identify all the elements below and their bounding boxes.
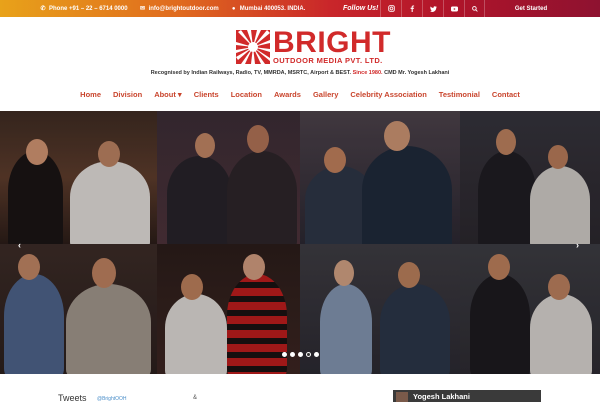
avatar xyxy=(396,392,408,402)
phone-item[interactable]: ✆ Phone +91 – 22 – 6714 0000 xyxy=(40,5,128,13)
brand-subtitle: OUTDOOR MEDIA PVT. LTD. xyxy=(273,56,383,65)
address-item: ● Mumbai 400053. INDIA. xyxy=(231,6,306,12)
brand-logo[interactable]: BRIGHT OUTDOOR MEDIA PVT. LTD. xyxy=(236,26,391,65)
email-text: info@brightoutdoor.com xyxy=(148,5,219,12)
sunburst-logo-icon xyxy=(236,30,270,64)
email-item[interactable]: ✉ info@brightoutdoor.com xyxy=(140,5,219,13)
nav-home[interactable]: Home xyxy=(74,90,107,99)
nav-celebrity-association[interactable]: Celebrity Association xyxy=(344,90,432,99)
nav-contact[interactable]: Contact xyxy=(486,90,526,99)
phone-text: Phone +91 – 22 – 6714 0000 xyxy=(49,5,128,12)
nav-about[interactable]: About ▾ xyxy=(148,90,188,99)
tweets-heading: Tweets xyxy=(58,393,87,403)
location-pin-icon: ● xyxy=(231,5,236,12)
tagline-text: Recognised by Indian Railways, Radio, TV… xyxy=(150,70,352,76)
hashtag-icon: & xyxy=(193,395,198,401)
brand-name: BRIGHT xyxy=(273,26,391,59)
address-text: Mumbai 400053. INDIA. xyxy=(239,5,306,12)
slider-dot[interactable] xyxy=(281,352,287,357)
youtube-icon[interactable] xyxy=(443,0,464,17)
slider-dot[interactable] xyxy=(297,352,303,357)
photo-slider[interactable] xyxy=(0,111,600,374)
nav-clients[interactable]: Clients xyxy=(188,90,225,99)
nav-gallery[interactable]: Gallery xyxy=(307,90,344,99)
slider-dot[interactable] xyxy=(305,352,311,357)
follow-us-label: Follow Us! xyxy=(343,5,379,12)
slider-next-arrow[interactable]: › xyxy=(576,240,579,250)
contact-info: ✆ Phone +91 – 22 – 6714 0000 ✉ info@brig… xyxy=(40,5,313,13)
slider-dot[interactable] xyxy=(289,352,295,357)
main-nav: Home Division About ▾ Clients Location A… xyxy=(0,90,600,99)
nav-awards[interactable]: Awards xyxy=(268,90,307,99)
nav-location[interactable]: Location xyxy=(225,90,268,99)
search-icon[interactable] xyxy=(464,0,485,17)
top-bar: ✆ Phone +91 – 22 – 6714 0000 ✉ info@brig… xyxy=(0,0,600,17)
slider-prev-arrow[interactable]: ‹ xyxy=(18,240,21,250)
tagline-cmd: CMD Mr. Yogesh Lakhani xyxy=(384,70,450,76)
facebook-icon[interactable] xyxy=(401,0,422,17)
phone-icon: ✆ xyxy=(40,6,46,12)
get-started-button[interactable]: Get Started xyxy=(506,0,556,17)
twitter-handle-link[interactable]: @BrightOOH xyxy=(97,396,127,402)
slider-dot[interactable] xyxy=(313,352,319,357)
twitter-icon[interactable] xyxy=(422,0,443,17)
envelope-icon: ✉ xyxy=(140,6,146,12)
company-tagline: Recognised by Indian Railways, Radio, TV… xyxy=(0,70,600,76)
tagline-since: Since 1980. xyxy=(352,70,383,76)
slider-pagination xyxy=(0,352,600,357)
nav-testimonial[interactable]: Testimonial xyxy=(433,90,486,99)
instagram-icon[interactable] xyxy=(380,0,401,17)
nav-division[interactable]: Division xyxy=(107,90,148,99)
social-links xyxy=(380,0,485,17)
